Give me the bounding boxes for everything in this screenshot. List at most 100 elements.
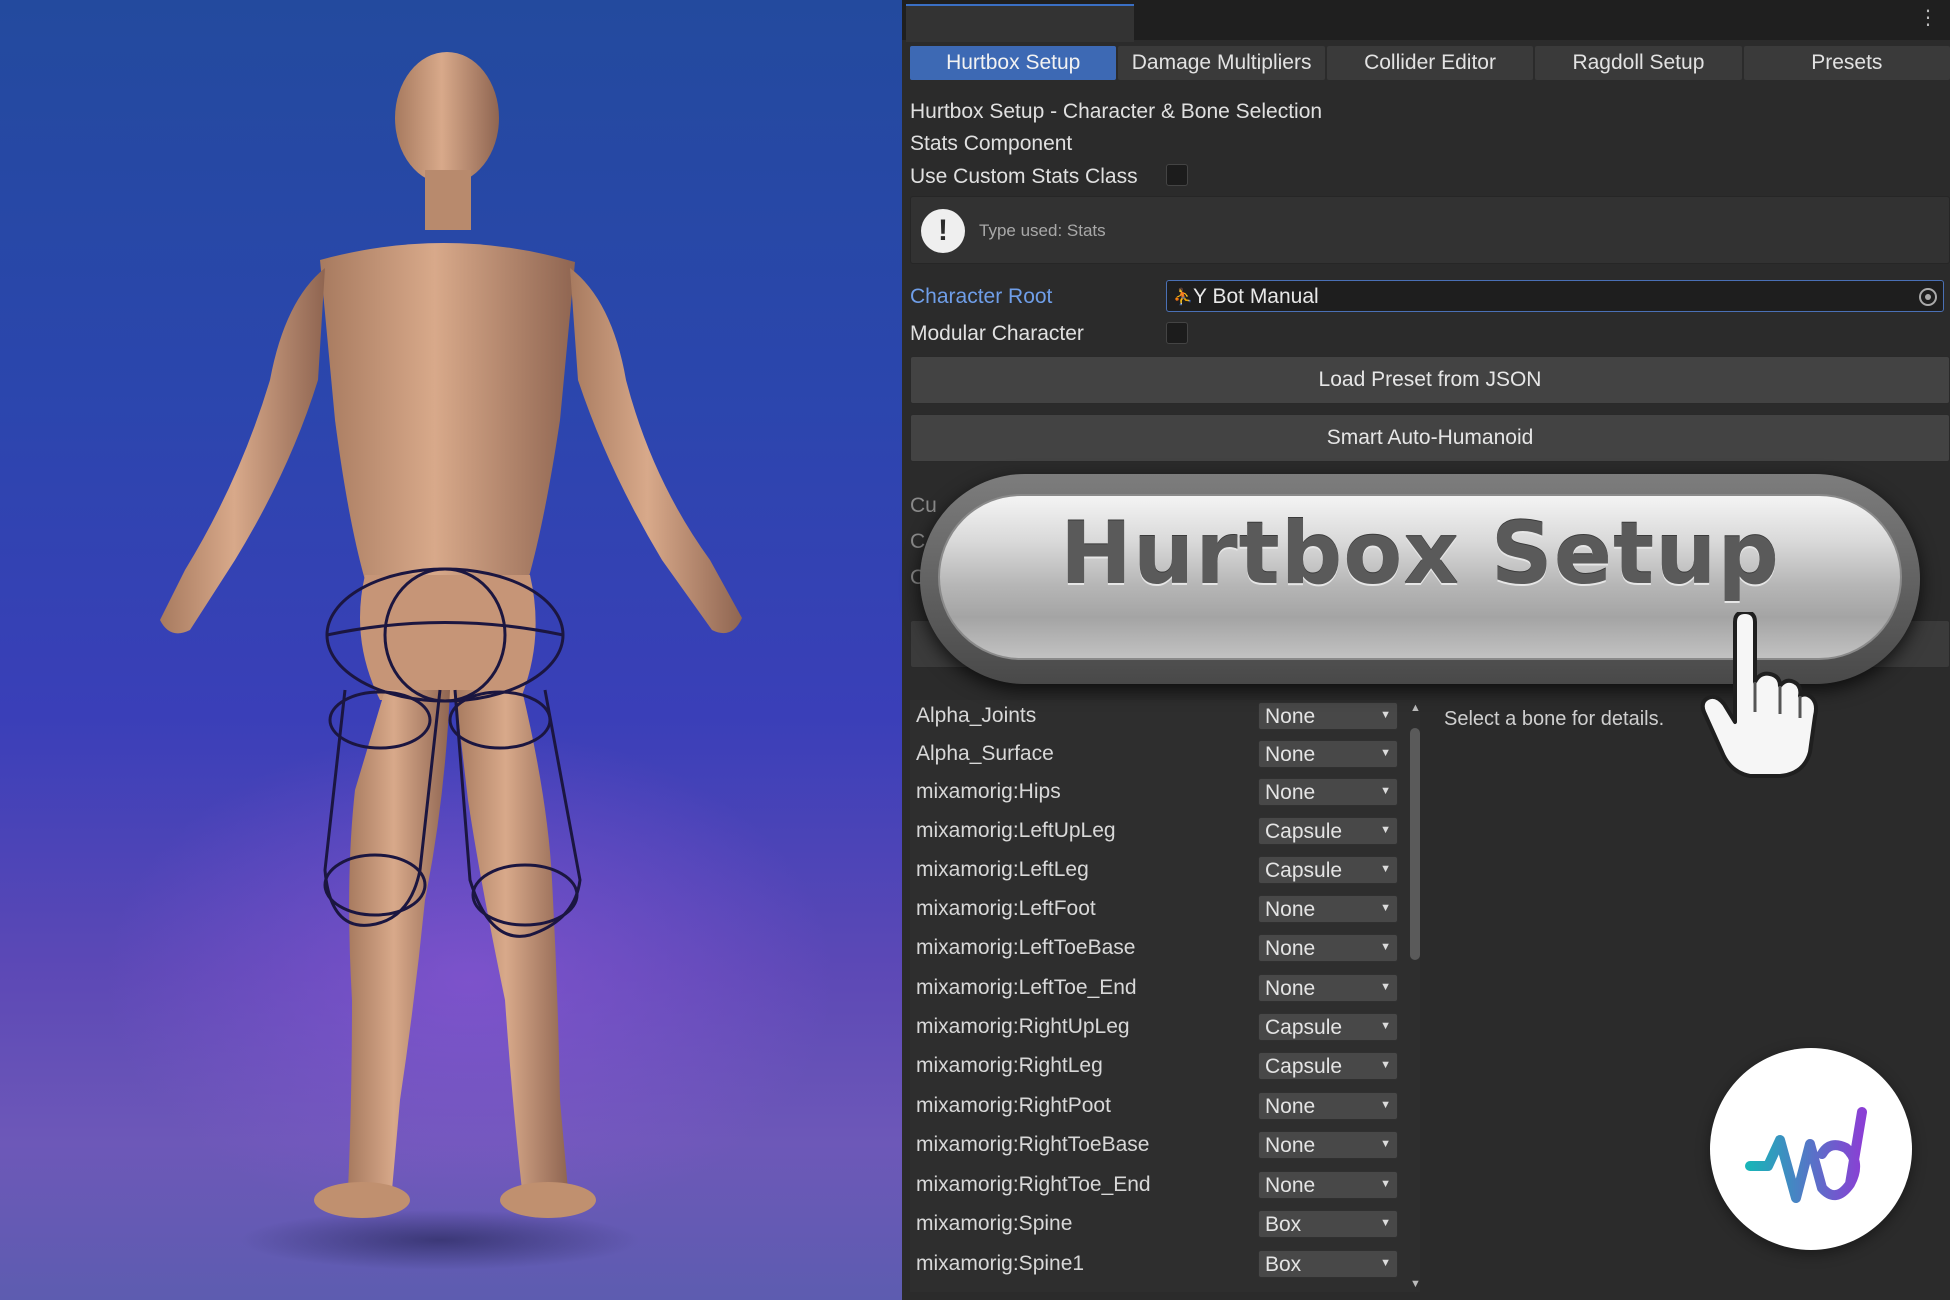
collider-type-dropdown[interactable]: Capsule ▼: [1258, 856, 1398, 884]
collider-type-dropdown[interactable]: None ▼: [1258, 1171, 1398, 1199]
bone-row[interactable]: mixamorig:RightLeg Capsule ▼: [910, 1050, 1420, 1084]
smart-auto-humanoid-button[interactable]: Smart Auto-Humanoid: [910, 414, 1950, 462]
collider-type-value: Capsule: [1265, 1055, 1343, 1078]
collider-type-value: Capsule: [1265, 1016, 1343, 1039]
bone-row[interactable]: mixamorig:LeftToeBase None ▼: [910, 932, 1420, 966]
chevron-down-icon: ▼: [1380, 1178, 1391, 1190]
collider-type-dropdown[interactable]: Capsule ▼: [1258, 1052, 1398, 1080]
character-root-field[interactable]: ⛹ Y Bot Manual: [1166, 280, 1944, 312]
bone-row[interactable]: mixamorig:RightToeBase None ▼: [910, 1129, 1420, 1163]
bone-row[interactable]: Alpha_Surface None ▼: [910, 738, 1420, 772]
collider-type-dropdown[interactable]: None ▼: [1258, 934, 1398, 962]
banner-text: Hurtbox Setup: [1060, 504, 1780, 604]
bone-name: mixamorig:Spine: [916, 1212, 1073, 1235]
collider-type-dropdown[interactable]: None ▼: [1258, 702, 1398, 730]
bone-row[interactable]: mixamorig:LeftToe_End None ▼: [910, 972, 1420, 1006]
bone-name: mixamorig:LeftToeBase: [916, 936, 1136, 959]
character-root-value: Y Bot Manual: [1193, 285, 1319, 308]
modular-character-label: Modular Character: [910, 322, 1084, 345]
collider-type-dropdown[interactable]: None ▼: [1258, 895, 1398, 923]
bone-name: mixamorig:RightLeg: [916, 1054, 1103, 1077]
warning-icon: !: [921, 209, 965, 253]
more-options-icon[interactable]: ⋮: [1918, 8, 1938, 28]
collider-type-value: Capsule: [1265, 820, 1343, 843]
collider-type-value: Box: [1265, 1253, 1302, 1276]
chevron-down-icon: ▼: [1380, 981, 1391, 993]
help-box: ! Type used: Stats: [910, 196, 1950, 264]
bone-name: mixamorig:RightPoot: [916, 1094, 1111, 1117]
tab-ragdoll-setup[interactable]: Ragdoll Setup: [1535, 46, 1742, 80]
bone-row[interactable]: mixamorig:Spine Box ▼: [910, 1208, 1420, 1242]
brand-logo: [1710, 1048, 1912, 1250]
gameobject-icon: ⛹: [1173, 289, 1193, 306]
bone-row[interactable]: mixamorig:RightPoot None ▼: [910, 1090, 1420, 1124]
use-custom-stats-checkbox[interactable]: [1166, 164, 1188, 186]
object-picker-icon[interactable]: [1919, 288, 1937, 306]
load-preset-button[interactable]: Load Preset from JSON: [910, 356, 1950, 404]
collider-type-dropdown[interactable]: None ▼: [1258, 1131, 1398, 1159]
tab-damage-multipliers[interactable]: Damage Multipliers: [1118, 46, 1325, 80]
help-text: Type used: Stats: [979, 221, 1106, 240]
collider-type-dropdown[interactable]: None ▼: [1258, 1092, 1398, 1120]
scene-viewport[interactable]: [0, 0, 902, 1300]
tab-hurtbox-setup[interactable]: Hurtbox Setup: [910, 46, 1117, 80]
bone-name: mixamorig:LeftLeg: [916, 858, 1089, 881]
bone-row[interactable]: mixamorig:LeftUpLeg Capsule ▼: [910, 815, 1420, 849]
collider-type-value: None: [1265, 781, 1316, 804]
bone-details-text: Select a bone for details.: [1444, 708, 1665, 730]
tab-presets[interactable]: Presets: [1743, 46, 1950, 80]
window-tab[interactable]: [906, 4, 1134, 42]
bone-name: mixamorig:LeftFoot: [916, 897, 1096, 920]
collider-type-dropdown[interactable]: Capsule ▼: [1258, 817, 1398, 845]
chevron-down-icon: ▼: [1380, 785, 1391, 797]
bone-name: Alpha_Surface: [916, 742, 1054, 765]
use-custom-stats-label: Use Custom Stats Class: [910, 165, 1138, 188]
character-root-label: Character Root: [910, 285, 1053, 308]
bone-name: mixamorig:Spine1: [916, 1252, 1085, 1275]
modular-character-checkbox[interactable]: [1166, 322, 1188, 344]
bone-name: mixamorig:RightToe_End: [916, 1173, 1151, 1196]
bone-name: mixamorig:LeftUpLeg: [916, 819, 1116, 842]
bone-name: mixamorig:Hips: [916, 780, 1061, 803]
collider-type-dropdown[interactable]: Box ▼: [1258, 1250, 1398, 1278]
bone-row[interactable]: Alpha_Joints None ▼: [910, 700, 1420, 734]
collider-type-dropdown[interactable]: None ▼: [1258, 778, 1398, 806]
scroll-down-icon[interactable]: ▼: [1410, 1278, 1421, 1290]
bone-row[interactable]: mixamorig:Hips None ▼: [910, 776, 1420, 810]
chevron-down-icon: ▼: [1380, 747, 1391, 759]
collider-type-dropdown[interactable]: Capsule ▼: [1258, 1013, 1398, 1041]
chevron-down-icon: ▼: [1380, 824, 1391, 836]
bone-row[interactable]: mixamorig:LeftFoot None ▼: [910, 893, 1420, 927]
chevron-down-icon: ▼: [1380, 1020, 1391, 1032]
bone-list-scrollbar[interactable]: ▲ ▼: [1406, 700, 1424, 1290]
stats-component-label: Stats Component: [910, 132, 1073, 155]
collider-type-value: Box: [1265, 1213, 1302, 1236]
bone-name: mixamorig:RightToeBase: [916, 1133, 1150, 1156]
collider-type-value: Capsule: [1265, 859, 1343, 882]
bone-row[interactable]: mixamorig:Spine1 Box ▼: [910, 1248, 1420, 1282]
collider-type-dropdown[interactable]: Box ▼: [1258, 1210, 1398, 1238]
collider-type-value: None: [1265, 705, 1316, 728]
scroll-thumb[interactable]: [1410, 728, 1420, 960]
bone-row[interactable]: mixamorig:RightToe_End None ▼: [910, 1169, 1420, 1203]
collider-type-value: None: [1265, 977, 1316, 1000]
collider-type-value: None: [1265, 1095, 1316, 1118]
chevron-down-icon: ▼: [1380, 709, 1391, 721]
bone-list: Alpha_Joints None ▼ Alpha_Surface None ▼ mixam…: [910, 700, 1420, 1292]
collider-type-value: None: [1265, 1174, 1316, 1197]
collider-type-value: None: [1265, 937, 1316, 960]
collider-type-value: None: [1265, 898, 1316, 921]
collider-type-value: None: [1265, 743, 1316, 766]
collider-type-dropdown[interactable]: None ▼: [1258, 974, 1398, 1002]
chevron-down-icon: ▼: [1380, 902, 1391, 914]
tab-collider-editor[interactable]: Collider Editor: [1326, 46, 1534, 80]
tab-bar: Hurtbox Setup Damage Multipliers Collide…: [910, 46, 1950, 80]
bone-row[interactable]: mixamorig:LeftLeg Capsule ▼: [910, 854, 1420, 888]
bone-row[interactable]: mixamorig:RightUpLeg Capsule ▼: [910, 1011, 1420, 1045]
collider-type-dropdown[interactable]: None ▼: [1258, 740, 1398, 768]
chevron-down-icon: ▼: [1380, 863, 1391, 875]
window-titlebar: ⋮: [902, 0, 1950, 42]
pointer-hand-icon: [1700, 610, 1820, 787]
scroll-up-icon[interactable]: ▲: [1410, 702, 1421, 714]
bone-name: mixamorig:LeftToe_End: [916, 976, 1137, 999]
